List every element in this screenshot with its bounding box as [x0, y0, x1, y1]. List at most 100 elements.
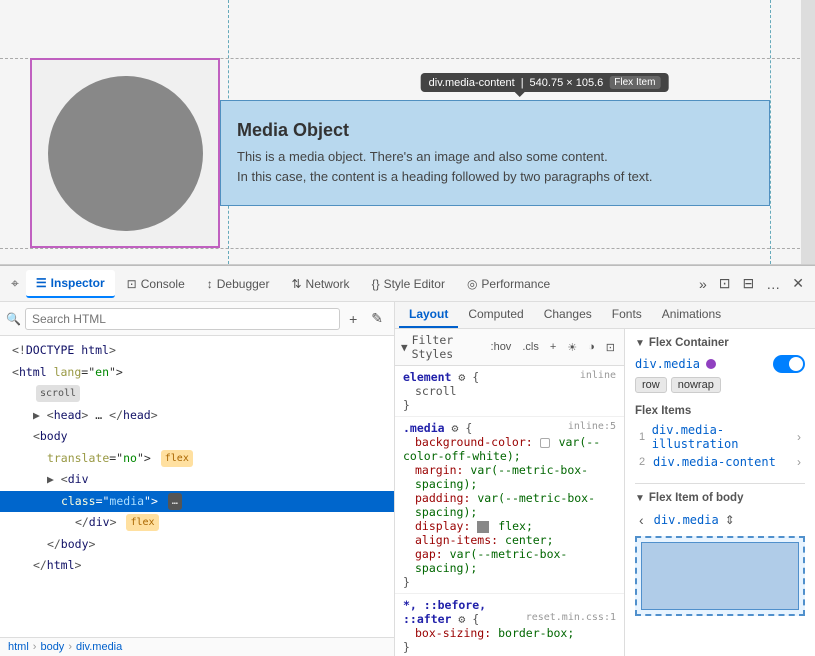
flex-container-target[interactable]: div.media: [635, 357, 700, 371]
css-prop-bg: background-color: var(--color-off-white)…: [403, 435, 616, 463]
css-rule-media: .media ⚙ { inline:5 background-color: va…: [395, 417, 624, 594]
tree-node-div-open[interactable]: ▶ <div: [0, 469, 394, 491]
add-node-btn[interactable]: +: [344, 307, 362, 331]
flex-item-2[interactable]: 2 div.media-content ›: [635, 453, 805, 471]
screenshot-btn[interactable]: ⊡: [602, 339, 619, 356]
inspector-panel: 🔍 + ✎ <!DOCTYPE html> <html lang="en"> s…: [0, 302, 395, 656]
tree-node-scroll[interactable]: scroll: [0, 383, 394, 405]
flex-container-header: ▼ Flex Container: [635, 337, 805, 349]
search-html-input[interactable]: [25, 308, 340, 330]
tab-layout[interactable]: Layout: [399, 302, 458, 328]
guide-line-h2: [0, 248, 815, 249]
section-arrow2-icon: ▼: [635, 493, 645, 504]
devtools-toolbar: ⌖ ☰ Inspector ⊡ Console ↕ Debugger ⇅ Net…: [0, 266, 815, 302]
circle-image: [48, 76, 203, 231]
sort-icon: ⇕: [725, 513, 735, 527]
flex-tags: row nowrap: [635, 377, 805, 393]
tree-node-div-class[interactable]: class="media"> …: [0, 491, 394, 513]
style-editor-icon: {}: [372, 277, 380, 291]
css-prop-margin-2: spacing);: [415, 477, 616, 491]
tab-changes[interactable]: Changes: [534, 302, 602, 328]
color-swatch: [540, 438, 550, 448]
tab-animations[interactable]: Animations: [652, 302, 731, 328]
filter-label: Filter Styles: [412, 333, 483, 361]
tab-inspector[interactable]: ☰ Inspector: [26, 270, 115, 298]
light-btn[interactable]: ☀: [563, 339, 581, 356]
css-selector-reset: *, ::before,: [403, 598, 486, 612]
performance-icon: ◎: [467, 277, 477, 291]
flex-toggle[interactable]: [773, 355, 805, 373]
guide-line-v2: [770, 0, 771, 264]
toolbar-right-icons: » ⊡ ⊟ … ✕: [694, 271, 809, 296]
breadcrumb-html[interactable]: html: [8, 641, 29, 653]
preview-scrollbar[interactable]: [801, 0, 815, 264]
flex-item-2-name: div.media-content: [653, 455, 776, 469]
tab-console[interactable]: ⊡ Console: [117, 271, 195, 297]
styles-filter-bar: ▼ Filter Styles :hov .cls + ☀ ◑ ⊡: [395, 329, 625, 366]
tab-computed[interactable]: Computed: [458, 302, 533, 328]
tab-style-editor[interactable]: {} Style Editor: [362, 271, 455, 297]
css-prop-gap: gap: var(--metric-box-: [403, 547, 616, 561]
dark-btn[interactable]: ◑: [584, 339, 599, 356]
flex-item-1[interactable]: 1 div.media-illustration ›: [635, 421, 805, 453]
flex-item-1-arrow: ›: [797, 430, 801, 444]
preview-area: div.media-content | 540.75 × 105.6 Flex …: [0, 0, 815, 265]
flex-item-of-body-section: ▼ Flex Item of body ‹ div.media ⇕: [635, 483, 805, 616]
tree-node-body[interactable]: <body: [0, 426, 394, 448]
hov-btn[interactable]: :hov: [487, 339, 516, 356]
css-selector-element: element: [403, 370, 451, 384]
media-object-wrapper: div.media-content | 540.75 × 105.6 Flex …: [30, 58, 770, 248]
flex-items-section: Flex Items 1 div.media-illustration › 2 …: [635, 405, 805, 471]
filter-icon: ▼: [401, 341, 408, 354]
nav-prev-btn[interactable]: ‹: [635, 510, 648, 530]
css-prop-display: display: flex;: [403, 519, 616, 533]
pick-element-btn[interactable]: ⌖: [6, 271, 24, 296]
console-icon: ⊡: [127, 277, 137, 291]
css-prop-padding: padding: var(--metric-box-: [403, 491, 616, 505]
pick-node-btn[interactable]: ✎: [366, 306, 388, 331]
tree-node-body-close[interactable]: </body>: [0, 534, 394, 556]
devtools-panel: ⌖ ☰ Inspector ⊡ Console ↕ Debugger ⇅ Net…: [0, 265, 815, 656]
responsive-btn[interactable]: ⊡: [714, 271, 736, 296]
css-prop-margin: margin: var(--metric-box-: [403, 463, 616, 477]
tree-node-doctype[interactable]: <!DOCTYPE html>: [0, 340, 394, 362]
cls-btn[interactable]: .cls: [518, 339, 543, 356]
breadcrumb-div-media[interactable]: div.media: [76, 641, 122, 653]
css-rule-element: element ⚙ { inline scroll }: [395, 366, 624, 417]
tab-performance[interactable]: ◎ Performance: [457, 271, 560, 297]
styles-tabs: Layout Computed Changes Fonts Animations: [395, 302, 815, 329]
tree-node-div-close[interactable]: </div> flex: [0, 512, 394, 534]
css-rule-media-close: }: [403, 575, 616, 589]
tab-fonts[interactable]: Fonts: [602, 302, 652, 328]
media-content-box: div.media-content | 540.75 × 105.6 Flex …: [220, 100, 770, 206]
nav-row: ‹ div.media ⇕: [635, 510, 805, 530]
close-btn[interactable]: ✕: [787, 271, 809, 296]
css-prop-gap-2: spacing);: [415, 561, 616, 575]
tab-debugger[interactable]: ↕ Debugger: [197, 271, 280, 297]
tree-node-html[interactable]: <html lang="en">: [0, 362, 394, 384]
css-rules-pane: ▼ Filter Styles :hov .cls + ☀ ◑ ⊡: [395, 329, 625, 656]
tree-node-body-attrs[interactable]: translate="no"> flex: [0, 448, 394, 470]
tree-node-head[interactable]: ▶ <head> … </head>: [0, 405, 394, 427]
preview-inner: div.media-content | 540.75 × 105.6 Flex …: [0, 0, 815, 264]
styles-content: ▼ Filter Styles :hov .cls + ☀ ◑ ⊡: [395, 329, 815, 656]
add-rule-btn[interactable]: +: [546, 339, 560, 356]
filter-icon: 🔍: [6, 312, 21, 326]
flex-item-of-body-target[interactable]: div.media: [654, 513, 719, 527]
tab-network[interactable]: ⇅ Network: [281, 271, 359, 297]
inspector-search-bar: 🔍 + ✎: [0, 302, 394, 336]
tooltip-dimensions: 540.75 × 105.6: [530, 77, 604, 89]
flex-item-of-body-header: ▼ Flex Item of body: [635, 492, 805, 504]
more-btn[interactable]: …: [761, 272, 785, 296]
css-rule-reset: *, ::before, ::after ⚙ { reset.min.css:1…: [395, 594, 624, 656]
flex-tag-row[interactable]: row: [635, 377, 667, 393]
flex-visualization: [635, 536, 805, 616]
overflow-btn[interactable]: »: [694, 272, 712, 296]
media-heading: Media Object: [237, 120, 753, 141]
flex-container-section: ▼ Flex Container div.media row: [635, 337, 805, 393]
css-selector-reset2: ::after: [403, 612, 451, 626]
breadcrumb-body[interactable]: body: [40, 641, 64, 653]
flex-tag-nowrap[interactable]: nowrap: [671, 377, 721, 393]
tree-node-html-close[interactable]: </html>: [0, 555, 394, 577]
dock-btn[interactable]: ⊟: [738, 271, 760, 296]
